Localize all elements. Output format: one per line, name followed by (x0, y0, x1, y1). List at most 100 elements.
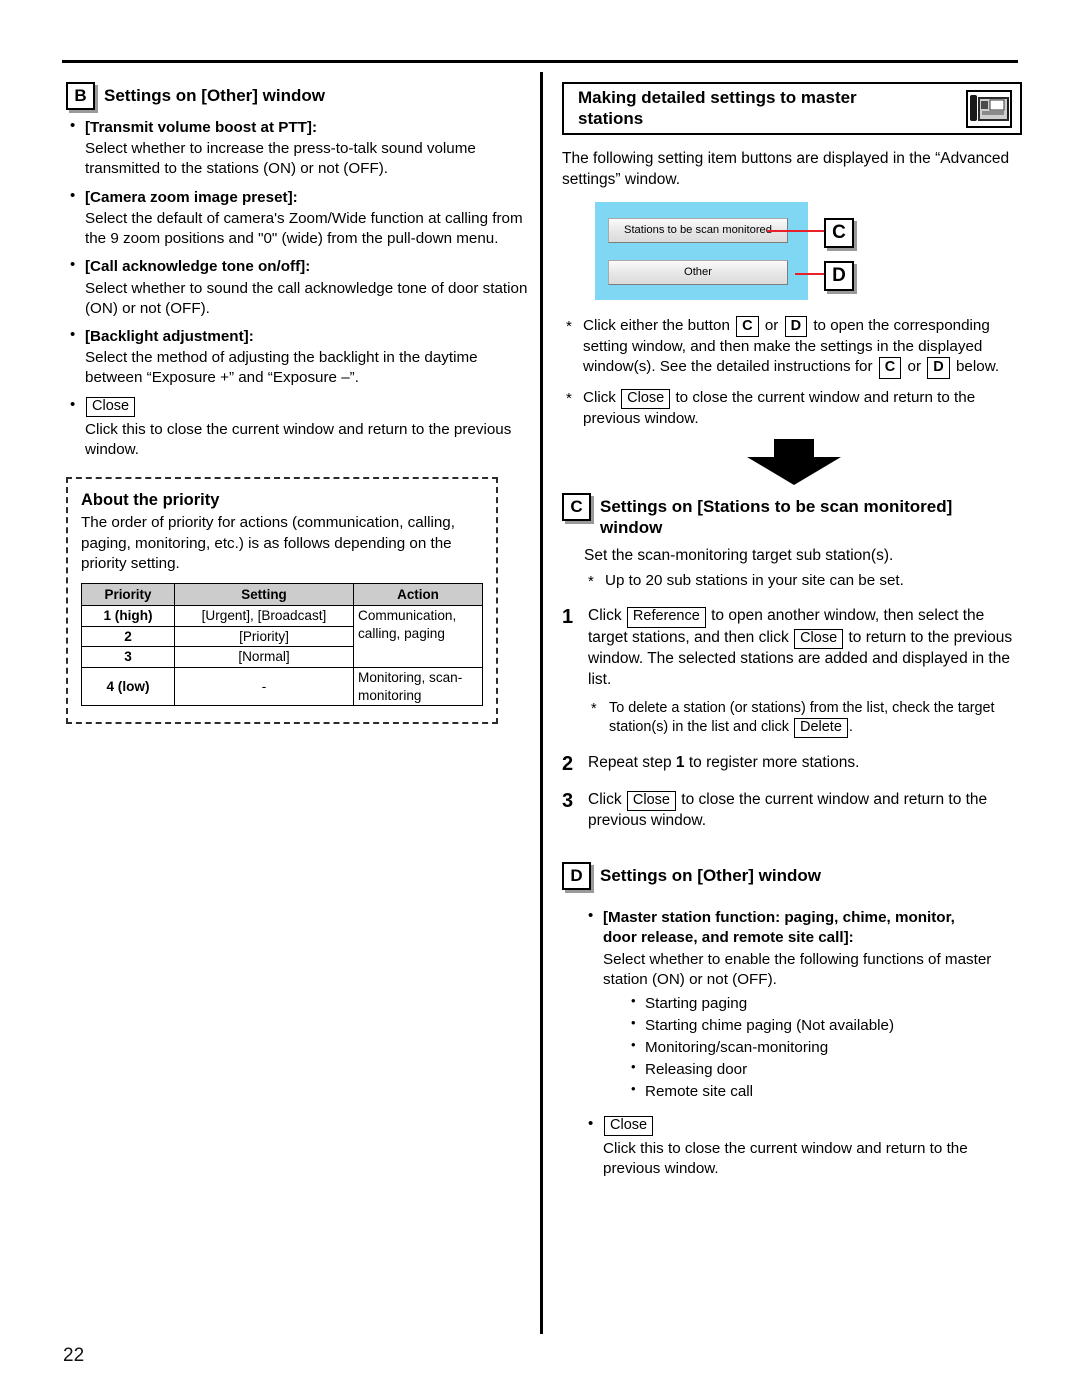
note-text-c: below. (955, 358, 1000, 376)
column-header-priority: Priority (81, 582, 175, 607)
note-item: Click either the button C or D to open t… (562, 315, 1022, 380)
table-row: 4 (low) - Monitoring, scan-monitoring (81, 667, 483, 707)
close-description: Click this to close the current window a… (85, 421, 512, 459)
screenshot-panel: Stations to be scan monitored Other (595, 201, 808, 300)
intro-paragraph: The following setting item buttons are d… (562, 150, 1010, 188)
close-button-reference[interactable]: Close (626, 791, 676, 812)
step-number: 1 (562, 606, 574, 629)
callout-letter-d: D (824, 260, 854, 291)
item-description: Select whether to sound the call acknowl… (85, 279, 528, 317)
table-header-row: Priority Setting Action (81, 582, 483, 607)
list-item: [Master station function: paging, chime,… (584, 907, 1022, 1103)
step-text: Click Close to close the current window … (588, 790, 1022, 832)
note-item: Up to 20 sub stations in your site can b… (584, 571, 1022, 592)
step-number: 2 (562, 753, 574, 776)
close-button-reference[interactable]: Close (794, 628, 844, 649)
inline-letter-d2: D (927, 357, 950, 380)
reference-button-reference[interactable]: Reference (626, 607, 706, 628)
other-button[interactable]: Other (608, 259, 788, 285)
section-c-title-line1: Settings on [Stations to be scan monitor… (600, 496, 953, 516)
column-header-action: Action (353, 582, 483, 607)
step-text-a: Click (588, 791, 622, 809)
step-3: 3 Click Close to close the current windo… (562, 790, 1022, 832)
list-item: [Backlight adjustment]: Select the metho… (66, 326, 528, 389)
cell-action: Monitoring, scan-monitoring (353, 667, 483, 707)
cell-setting: [Priority] (174, 625, 354, 648)
close-button-reference[interactable]: Close (621, 389, 671, 410)
list-item: Starting chime paging (Not available) (629, 1014, 1022, 1037)
step-2: 2 Repeat step 1 to register more station… (562, 753, 1022, 775)
close-button-reference[interactable]: Close (86, 396, 136, 418)
leader-line-d (795, 272, 825, 275)
step-text-b: to register more stations. (688, 754, 860, 772)
page-title-line2: stations (578, 108, 644, 128)
about-the-priority-panel: About the priority The order of priority… (66, 477, 498, 725)
section-b-heading: B Settings on [Other] window (66, 82, 528, 110)
left-column: B Settings on [Other] window [Transmit v… (66, 82, 528, 725)
step-text-a: Repeat step (588, 754, 672, 772)
delete-button-reference[interactable]: Delete (793, 717, 848, 739)
list-item: Releasing door (629, 1058, 1022, 1081)
table-row: 1 (high) [Urgent], [Broadcast] Communica… (81, 605, 483, 669)
note-text-a: Click (583, 389, 616, 407)
column-header-setting: Setting (174, 582, 354, 607)
note-text-a: Click either the button (583, 316, 730, 334)
step-1-subnote: To delete a station (or stations) from t… (588, 699, 1022, 739)
list-item: [Transmit volume boost at PTT]: Select w… (66, 117, 528, 180)
item-term: [Transmit volume boost at PTT]: (85, 119, 318, 136)
manual-page: B Settings on [Other] window [Transmit v… (0, 0, 1080, 1397)
step-reference-number: 1 (675, 754, 685, 772)
section-c-heading: C Settings on [Stations to be scan monit… (562, 492, 1022, 539)
list-item: Monitoring/scan-monitoring (629, 1036, 1022, 1059)
section-letter-d: D (562, 862, 591, 891)
section-letter-c: C (562, 492, 591, 521)
step-text-d: The selected stations are added and disp… (588, 649, 1010, 688)
section-b-title: Settings on [Other] window (104, 86, 325, 105)
note-text-or: or (764, 316, 779, 334)
section-letter-b: B (66, 82, 95, 110)
list-item: Remote site call (629, 1080, 1022, 1103)
leader-line-c (767, 229, 825, 232)
cell-action: Communication, calling, paging (353, 605, 483, 669)
item-term: [Master station function: paging, chime,… (603, 908, 1022, 948)
cell-setting: [Urgent], [Broadcast] (174, 605, 354, 627)
item-term: [Camera zoom image preset]: (85, 188, 298, 206)
step-text: Click Reference to open another window, … (588, 606, 1022, 690)
item-description: Select whether to enable the following f… (603, 950, 992, 988)
item-description: Select the default of camera's Zoom/Wide… (85, 209, 523, 248)
inline-letter-d: D (784, 315, 808, 338)
close-button-reference[interactable]: Close (604, 1115, 654, 1136)
cell-setting: [Normal] (174, 646, 354, 669)
list-item: Starting paging (629, 992, 1022, 1015)
cell-setting: - (174, 667, 354, 707)
cell-priority: 3 (81, 646, 175, 669)
list-item: [Camera zoom image preset]: Select the d… (66, 187, 528, 250)
stations-to-be-scan-monitored-button[interactable]: Stations to be scan monitored (608, 217, 788, 243)
item-description: Select the method of adjusting the backl… (85, 349, 478, 387)
step-number: 3 (562, 790, 574, 813)
section-d-heading: D Settings on [Other] window (562, 862, 1022, 891)
screenshot-notes: Click either the button C or D to open t… (562, 315, 1022, 430)
list-item-close: Close Click this to close the current wi… (584, 1115, 1022, 1180)
step-1: 1 Click Reference to open another window… (562, 606, 1022, 690)
item-term-line2: door release, and remote site call]: (603, 929, 854, 947)
section-c-lead: Set the scan-monitoring target sub stati… (584, 547, 894, 565)
priority-table: Priority Setting Action 1 (high) [Urgent… (81, 582, 483, 707)
page-title: Making detailed settings to master stati… (578, 88, 857, 130)
step-text: Repeat step 1 to register more stations. (588, 753, 1022, 774)
item-description: Select whether to increase the press-to-… (85, 140, 476, 178)
top-horizontal-rule (62, 60, 1018, 63)
note-text-or2: or (907, 358, 922, 376)
intercom-master-station-icon (966, 89, 1012, 128)
section-d-title: Settings on [Other] window (600, 866, 821, 886)
item-term: [Call acknowledge tone on/off]: (85, 258, 311, 276)
cell-priority: 2 (81, 625, 175, 648)
right-column: Making detailed settings to master stati… (562, 82, 1022, 1187)
down-arrow-icon (747, 438, 841, 485)
callout-letter-c: C (824, 217, 854, 248)
note-item: Click Close to close the current window … (562, 388, 1022, 430)
section-d-item-list: [Master station function: paging, chime,… (584, 907, 1022, 1180)
priority-panel-heading: About the priority (81, 491, 220, 510)
section-c-title-line2: window (600, 517, 663, 537)
inline-letter-c2: C (878, 357, 902, 380)
